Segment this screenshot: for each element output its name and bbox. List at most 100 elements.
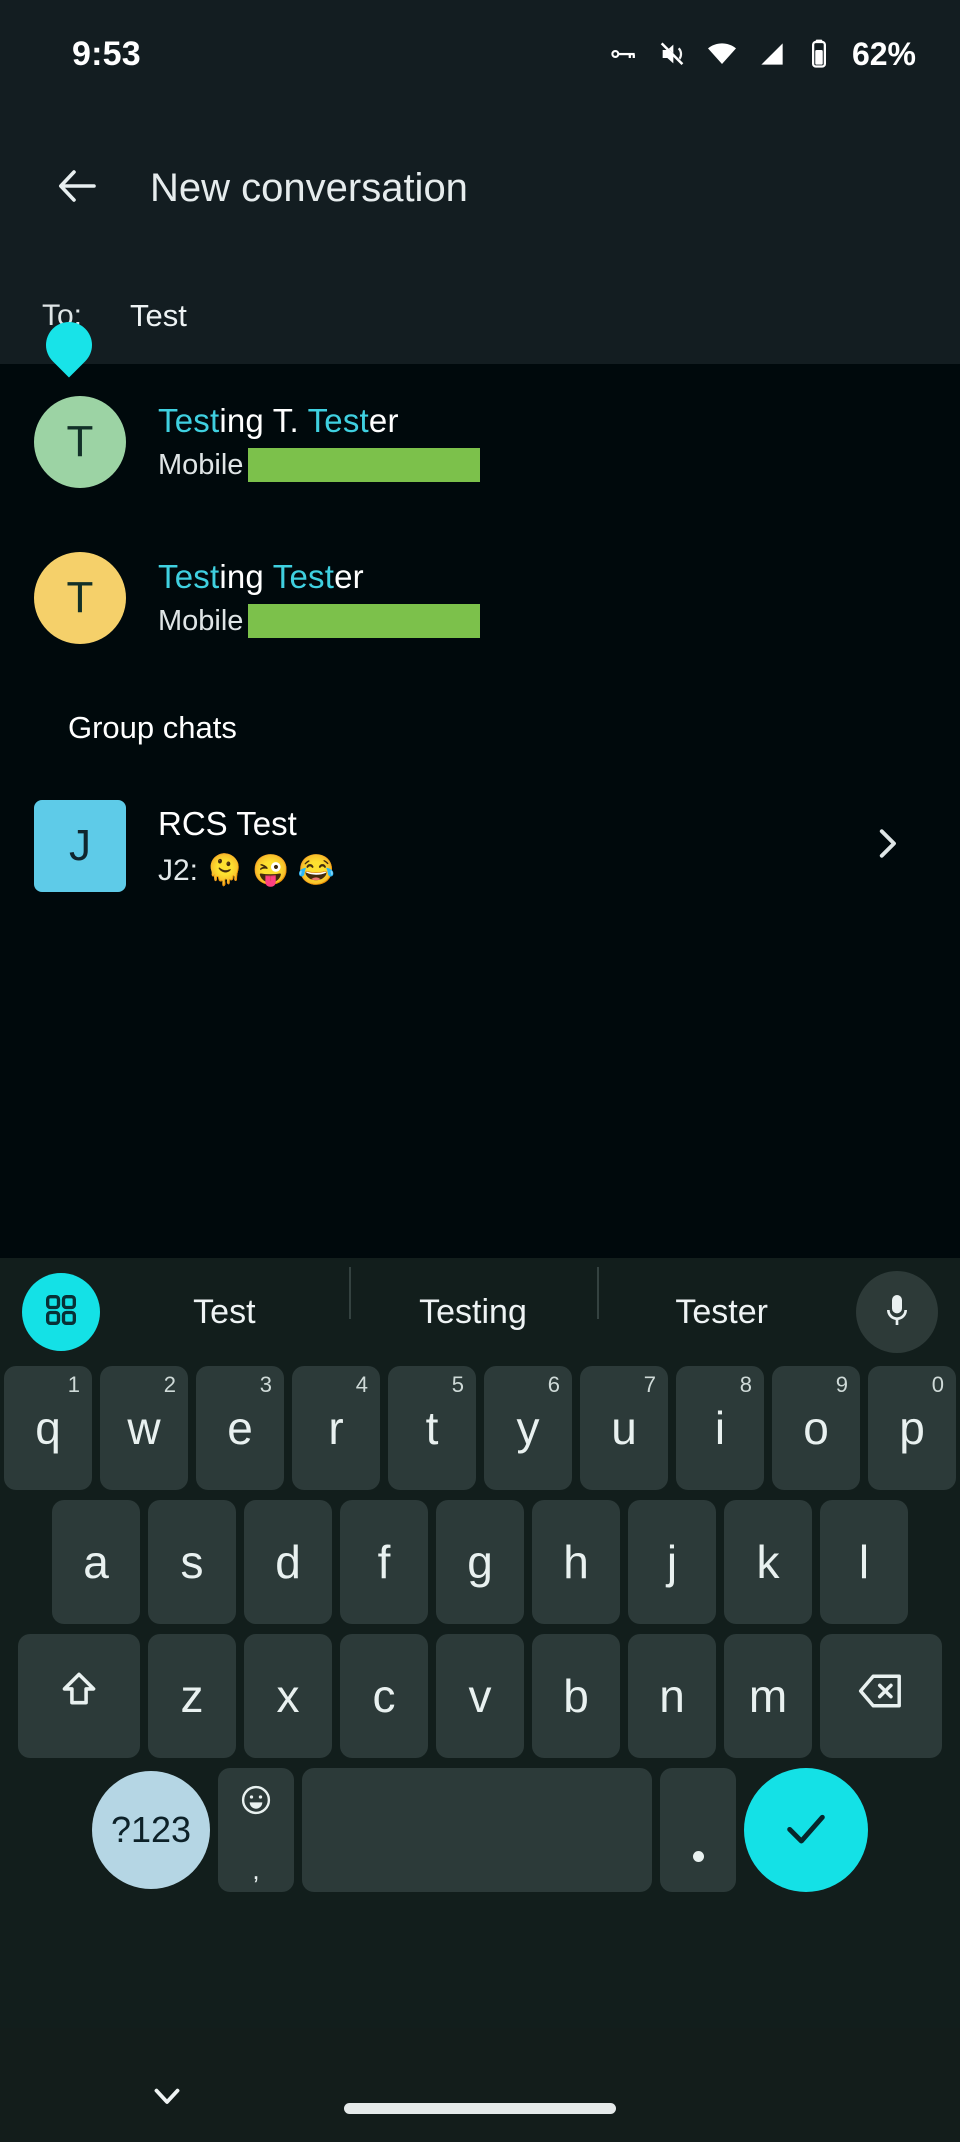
key-a[interactable]: a — [52, 1500, 140, 1624]
key-q-label: q — [35, 1402, 61, 1454]
key-n[interactable]: n — [628, 1634, 716, 1758]
hide-keyboard-button[interactable] — [146, 2074, 188, 2121]
apps-grid-button[interactable] — [22, 1273, 100, 1351]
emoji-icon — [238, 1775, 274, 1829]
system-nav-bar — [0, 2028, 960, 2142]
key-q[interactable]: 1q — [4, 1366, 92, 1490]
contact-name-match-1: Test — [158, 402, 220, 439]
key-f[interactable]: f — [340, 1500, 428, 1624]
key-l[interactable]: l — [820, 1500, 908, 1624]
shift-key[interactable] — [18, 1634, 140, 1758]
key-e[interactable]: 3e — [196, 1366, 284, 1490]
enter-key[interactable] — [744, 1768, 868, 1892]
group-name: RCS Test — [158, 804, 297, 842]
key-u[interactable]: 7u — [580, 1366, 668, 1490]
key-h-label: h — [563, 1536, 589, 1588]
soft-keyboard: Test Testing Tester 1q 2w 3e 4r 5t 6 y 7… — [0, 1258, 960, 2028]
key-k[interactable]: k — [724, 1500, 812, 1624]
key-q-number: 1 — [67, 1372, 80, 1397]
key-j[interactable]: j — [628, 1500, 716, 1624]
contact-row[interactable]: T Testing Tester Mobile — [0, 520, 960, 676]
chevron-right-icon[interactable] — [866, 823, 908, 870]
status-bar: 9:53 62% — [0, 0, 960, 108]
key-d-label: d — [275, 1536, 301, 1588]
contact-row[interactable]: T Testing T. Tester Mobile — [0, 364, 960, 520]
key-k-label: k — [756, 1536, 780, 1588]
key-w-number: 2 — [163, 1372, 176, 1397]
backspace-key[interactable] — [820, 1634, 942, 1758]
key-h[interactable]: h — [532, 1500, 620, 1624]
keyboard-row-4: ?123 , — [0, 1768, 960, 1892]
key-r-number: 4 — [355, 1372, 368, 1397]
key-u-label: u — [611, 1402, 637, 1454]
key-g[interactable]: g — [436, 1500, 524, 1624]
group-chat-row[interactable]: J RCS Test J2: 🫠 😜 😂 — [0, 768, 960, 924]
contact-text: Testing T. Tester Mobile — [158, 402, 481, 482]
key-d[interactable]: d — [244, 1500, 332, 1624]
key-r[interactable]: 4r — [292, 1366, 380, 1490]
redacted-phone-number — [248, 604, 481, 638]
group-avatar: J — [34, 800, 126, 892]
key-u-number: 7 — [643, 1372, 656, 1397]
suggestion-chip[interactable]: Testing — [348, 1266, 598, 1332]
keyboard-row-2: a s d f g h j k l — [0, 1500, 960, 1624]
key-t-number: 5 — [451, 1372, 464, 1397]
key-p[interactable]: 0p — [868, 1366, 956, 1490]
symbols-key[interactable]: ?123 — [92, 1771, 210, 1889]
period-key[interactable] — [660, 1768, 736, 1892]
key-x[interactable]: x — [244, 1634, 332, 1758]
key-s[interactable]: s — [148, 1500, 236, 1624]
key-c[interactable]: c — [340, 1634, 428, 1758]
suggestion-chip[interactable]: Tester — [597, 1266, 846, 1332]
key-t-label: t — [425, 1402, 439, 1454]
contact-name-match-2: Test — [307, 402, 369, 439]
key-i[interactable]: 8i — [676, 1366, 764, 1490]
checkmark-icon — [778, 1800, 834, 1861]
key-n-label: n — [659, 1670, 685, 1722]
contact-name: Testing T. Tester — [158, 402, 480, 440]
key-g-label: g — [467, 1536, 493, 1588]
key-m[interactable]: m — [724, 1634, 812, 1758]
suggestion-chip[interactable]: Test — [100, 1293, 349, 1332]
emoji-key[interactable]: , — [218, 1768, 294, 1892]
status-icon-group: 62% — [606, 36, 916, 73]
home-indicator[interactable] — [344, 2103, 616, 2114]
key-o-label: o — [803, 1402, 829, 1454]
contact-name-match-1: Test — [158, 558, 220, 595]
key-f-label: f — [377, 1536, 391, 1588]
keyboard-row-1: 1q 2w 3e 4r 5t 6y 7u 8i 9o 0p — [0, 1366, 960, 1490]
battery-percent: 62% — [851, 35, 916, 72]
contact-text: Testing Tester Mobile — [158, 558, 481, 638]
group-snippet: J2: 🫠 😜 😂 — [158, 853, 336, 887]
space-key[interactable] — [302, 1768, 652, 1892]
key-y[interactable]: 6y — [484, 1366, 572, 1490]
key-t[interactable]: 5t — [388, 1366, 476, 1490]
key-z-label: z — [180, 1670, 204, 1722]
recipient-row[interactable]: To: Test — [0, 268, 960, 378]
app-bar: New conversation — [0, 108, 960, 268]
contact-number-type: Mobile — [158, 604, 244, 637]
key-m-label: m — [748, 1670, 788, 1722]
contact-name-suffix-1: er — [334, 558, 364, 595]
key-z[interactable]: z — [148, 1634, 236, 1758]
keyboard-row-3: z x c v b n m — [0, 1634, 960, 1758]
key-p-number: 0 — [931, 1372, 944, 1397]
key-v[interactable]: v — [436, 1634, 524, 1758]
group-chats-header: Group chats — [68, 710, 237, 745]
key-l-label: l — [858, 1536, 870, 1588]
key-y-number: 6 — [547, 1372, 560, 1397]
contact-subtitle: Mobile — [158, 604, 481, 638]
key-w[interactable]: 2w — [100, 1366, 188, 1490]
back-arrow-icon — [54, 162, 102, 215]
microphone-icon — [877, 1290, 917, 1335]
recipient-input[interactable]: Test — [130, 298, 187, 334]
key-o[interactable]: 9o — [772, 1366, 860, 1490]
key-b[interactable]: b — [532, 1634, 620, 1758]
contact-subtitle: Mobile — [158, 448, 481, 482]
period-dot-icon — [692, 1850, 704, 1862]
contact-name-mid-1: ing T. — [219, 402, 308, 439]
contact-name-match-2: Test — [272, 558, 335, 595]
back-button[interactable] — [42, 152, 114, 224]
voice-input-button[interactable] — [856, 1271, 938, 1353]
key-p-label: p — [899, 1402, 925, 1454]
